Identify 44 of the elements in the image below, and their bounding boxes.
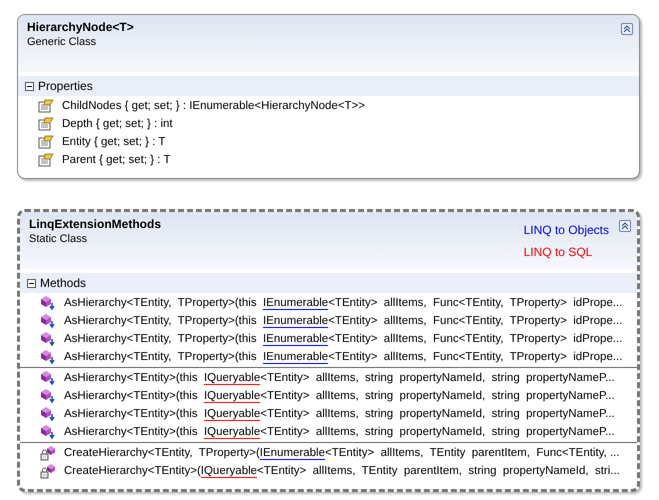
member-signature[interactable]: Depth { get; set; } : int (62, 118, 173, 130)
member-signature[interactable]: ChildNodes { get; set; } : IEnumerable<HierarchyNode<T>> (62, 100, 366, 112)
member-signature[interactable]: Entity { get; set; } : T (62, 136, 166, 148)
member-signature[interactable]: CreateHierarchy<TEntity>(IQueryable<TEntity> allItems, TEntity parentItem, string propertyNameId, stri... (64, 465, 620, 477)
member-signature[interactable]: AsHierarchy<TEntity, TProperty>(this IEnumerable<TEntity> allItems, Func<TEntity, TProperty> idPrope... (64, 297, 622, 309)
class-name: LinqExtensionMethods (29, 217, 162, 231)
member-signature[interactable]: AsHierarchy<TEntity>(this IQueryable<TEntity> allItems, string propertyNameId, string propertyNameP... (64, 372, 615, 384)
chevrons-up-icon (623, 25, 631, 33)
class-shape[interactable] (17, 209, 640, 492)
method-icon (40, 424, 56, 440)
class-type: Generic Class (27, 36, 98, 48)
member-signature[interactable]: AsHierarchy<TEntity>(this IQueryable<TEntity> allItems, string propertyNameId, string propertyNameP... (64, 426, 615, 438)
property-icon (38, 99, 54, 113)
method-icon (40, 350, 56, 364)
legend-label: LINQ to Objects (524, 223, 609, 237)
member-signature[interactable]: AsHierarchy<TEntity>(this IQueryable<TEntity> allItems, string propertyNameId, string propertyNameP... (64, 408, 615, 420)
member-signature[interactable]: Parent { get; set; } : T (62, 154, 170, 166)
class-name: HierarchyNode<T> (27, 20, 135, 34)
method-icon (40, 314, 56, 328)
method-icon (40, 296, 56, 310)
class-shape[interactable]: HierarchyNode<T> Generic Class Properties ChildNodes { get; set; } : IEnumerable<HierarchyNode<T>> Depth { get; set; } : int Entity { get; set; } : T Parent { get; set; } : T (17, 14, 640, 179)
method-icon (40, 406, 56, 422)
member-signature[interactable]: CreateHierarchy<TEntity, TProperty>(IEnumerable<TEntity> allItems, TEntity parentItem, Func<TEntity, ... (64, 447, 620, 459)
member-signature[interactable]: AsHierarchy<TEntity, TProperty>(this IEnumerable<TEntity> allItems, Func<TEntity, TProperty> idPrope... (64, 351, 622, 363)
chevrons-up-icon (621, 222, 629, 230)
method-icon (40, 370, 56, 386)
collapse-button[interactable] (619, 220, 631, 232)
collapse-toggle[interactable] (27, 278, 36, 288)
method-icon (40, 388, 56, 404)
compartment-title: Properties (38, 79, 93, 93)
method-icon (40, 446, 56, 460)
property-icon (38, 153, 54, 167)
member-signature[interactable]: AsHierarchy<TEntity, TProperty>(this IEnumerable<TEntity> allItems, Func<TEntity, TProperty> idPrope... (64, 315, 622, 327)
member-signature[interactable]: AsHierarchy<TEntity>(this IQueryable<TEntity> allItems, string propertyNameId, string propertyNameP... (64, 390, 615, 402)
property-icon (38, 117, 54, 131)
compartment-title: Methods (40, 276, 86, 290)
property-icon (38, 135, 54, 149)
collapse-button[interactable] (621, 23, 633, 35)
collapse-toggle[interactable] (25, 82, 34, 90)
member-signature[interactable]: AsHierarchy<TEntity, TProperty>(this IEnumerable<TEntity> allItems, Func<TEntity, TProperty> idPrope... (64, 333, 622, 345)
legend-label: LINQ to SQL (524, 245, 594, 259)
method-icon (40, 332, 56, 346)
class-type: Static Class (29, 233, 88, 245)
method-icon (40, 464, 56, 478)
